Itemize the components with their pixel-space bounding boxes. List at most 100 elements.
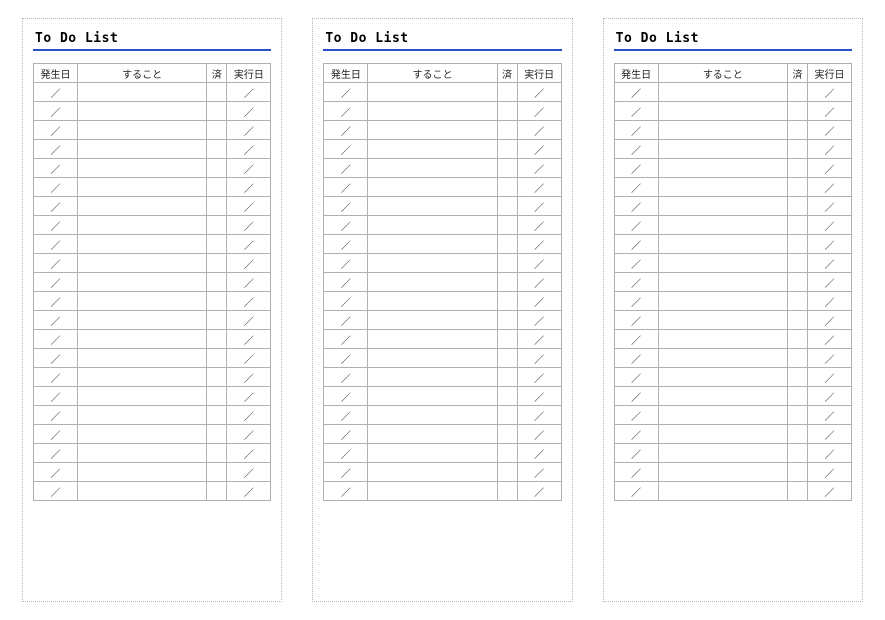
cell-exec-date[interactable]: ／ [517,368,561,387]
cell-exec-date[interactable]: ／ [227,311,271,330]
cell-exec-date[interactable]: ／ [517,254,561,273]
cell-start-date[interactable]: ／ [614,330,658,349]
cell-start-date[interactable]: ／ [34,178,78,197]
cell-task[interactable] [78,235,207,254]
cell-start-date[interactable]: ／ [614,102,658,121]
cell-exec-date[interactable]: ／ [517,178,561,197]
cell-task[interactable] [368,121,497,140]
cell-start-date[interactable]: ／ [324,311,368,330]
cell-exec-date[interactable]: ／ [517,463,561,482]
cell-task[interactable] [658,121,787,140]
cell-exec-date[interactable]: ／ [807,235,851,254]
cell-done[interactable] [207,102,227,121]
cell-start-date[interactable]: ／ [34,463,78,482]
cell-task[interactable] [78,368,207,387]
cell-exec-date[interactable]: ／ [227,178,271,197]
cell-done[interactable] [787,216,807,235]
cell-task[interactable] [78,102,207,121]
cell-exec-date[interactable]: ／ [807,330,851,349]
cell-exec-date[interactable]: ／ [227,406,271,425]
cell-done[interactable] [787,482,807,501]
cell-task[interactable] [368,273,497,292]
cell-done[interactable] [497,178,517,197]
cell-task[interactable] [368,368,497,387]
cell-start-date[interactable]: ／ [324,216,368,235]
cell-task[interactable] [658,368,787,387]
cell-done[interactable] [497,463,517,482]
cell-task[interactable] [78,463,207,482]
cell-start-date[interactable]: ／ [324,425,368,444]
cell-exec-date[interactable]: ／ [227,387,271,406]
cell-exec-date[interactable]: ／ [807,387,851,406]
cell-task[interactable] [658,311,787,330]
cell-done[interactable] [787,311,807,330]
cell-exec-date[interactable]: ／ [517,311,561,330]
cell-done[interactable] [787,425,807,444]
cell-start-date[interactable]: ／ [34,482,78,501]
cell-exec-date[interactable]: ／ [807,83,851,102]
cell-exec-date[interactable]: ／ [807,406,851,425]
cell-start-date[interactable]: ／ [614,444,658,463]
cell-task[interactable] [658,387,787,406]
cell-exec-date[interactable]: ／ [227,273,271,292]
cell-exec-date[interactable]: ／ [227,330,271,349]
cell-exec-date[interactable]: ／ [517,121,561,140]
cell-start-date[interactable]: ／ [34,387,78,406]
cell-done[interactable] [207,140,227,159]
cell-exec-date[interactable]: ／ [517,349,561,368]
cell-done[interactable] [207,482,227,501]
cell-task[interactable] [368,330,497,349]
cell-task[interactable] [368,178,497,197]
cell-task[interactable] [368,444,497,463]
cell-task[interactable] [78,387,207,406]
cell-start-date[interactable]: ／ [34,121,78,140]
cell-task[interactable] [658,463,787,482]
cell-done[interactable] [497,83,517,102]
cell-start-date[interactable]: ／ [34,83,78,102]
cell-task[interactable] [368,292,497,311]
cell-exec-date[interactable]: ／ [517,406,561,425]
cell-task[interactable] [368,406,497,425]
cell-done[interactable] [497,159,517,178]
cell-start-date[interactable]: ／ [324,444,368,463]
cell-done[interactable] [497,235,517,254]
cell-start-date[interactable]: ／ [614,311,658,330]
cell-start-date[interactable]: ／ [614,406,658,425]
cell-exec-date[interactable]: ／ [807,140,851,159]
cell-exec-date[interactable]: ／ [807,216,851,235]
cell-exec-date[interactable]: ／ [227,83,271,102]
cell-done[interactable] [787,235,807,254]
cell-done[interactable] [787,83,807,102]
cell-done[interactable] [787,102,807,121]
cell-start-date[interactable]: ／ [324,159,368,178]
cell-done[interactable] [207,463,227,482]
cell-exec-date[interactable]: ／ [517,273,561,292]
cell-exec-date[interactable]: ／ [517,140,561,159]
cell-exec-date[interactable]: ／ [227,425,271,444]
cell-exec-date[interactable]: ／ [517,216,561,235]
cell-task[interactable] [658,83,787,102]
cell-exec-date[interactable]: ／ [227,197,271,216]
cell-task[interactable] [78,83,207,102]
cell-exec-date[interactable]: ／ [807,482,851,501]
cell-exec-date[interactable]: ／ [517,102,561,121]
cell-task[interactable] [78,159,207,178]
cell-done[interactable] [787,463,807,482]
cell-task[interactable] [658,102,787,121]
cell-task[interactable] [78,273,207,292]
cell-done[interactable] [207,425,227,444]
cell-task[interactable] [78,482,207,501]
cell-done[interactable] [787,121,807,140]
cell-start-date[interactable]: ／ [324,235,368,254]
cell-start-date[interactable]: ／ [614,140,658,159]
cell-start-date[interactable]: ／ [324,406,368,425]
cell-done[interactable] [787,254,807,273]
cell-exec-date[interactable]: ／ [517,197,561,216]
cell-task[interactable] [78,216,207,235]
cell-start-date[interactable]: ／ [324,254,368,273]
cell-done[interactable] [787,140,807,159]
cell-exec-date[interactable]: ／ [807,349,851,368]
cell-done[interactable] [787,197,807,216]
cell-done[interactable] [497,349,517,368]
cell-start-date[interactable]: ／ [34,406,78,425]
